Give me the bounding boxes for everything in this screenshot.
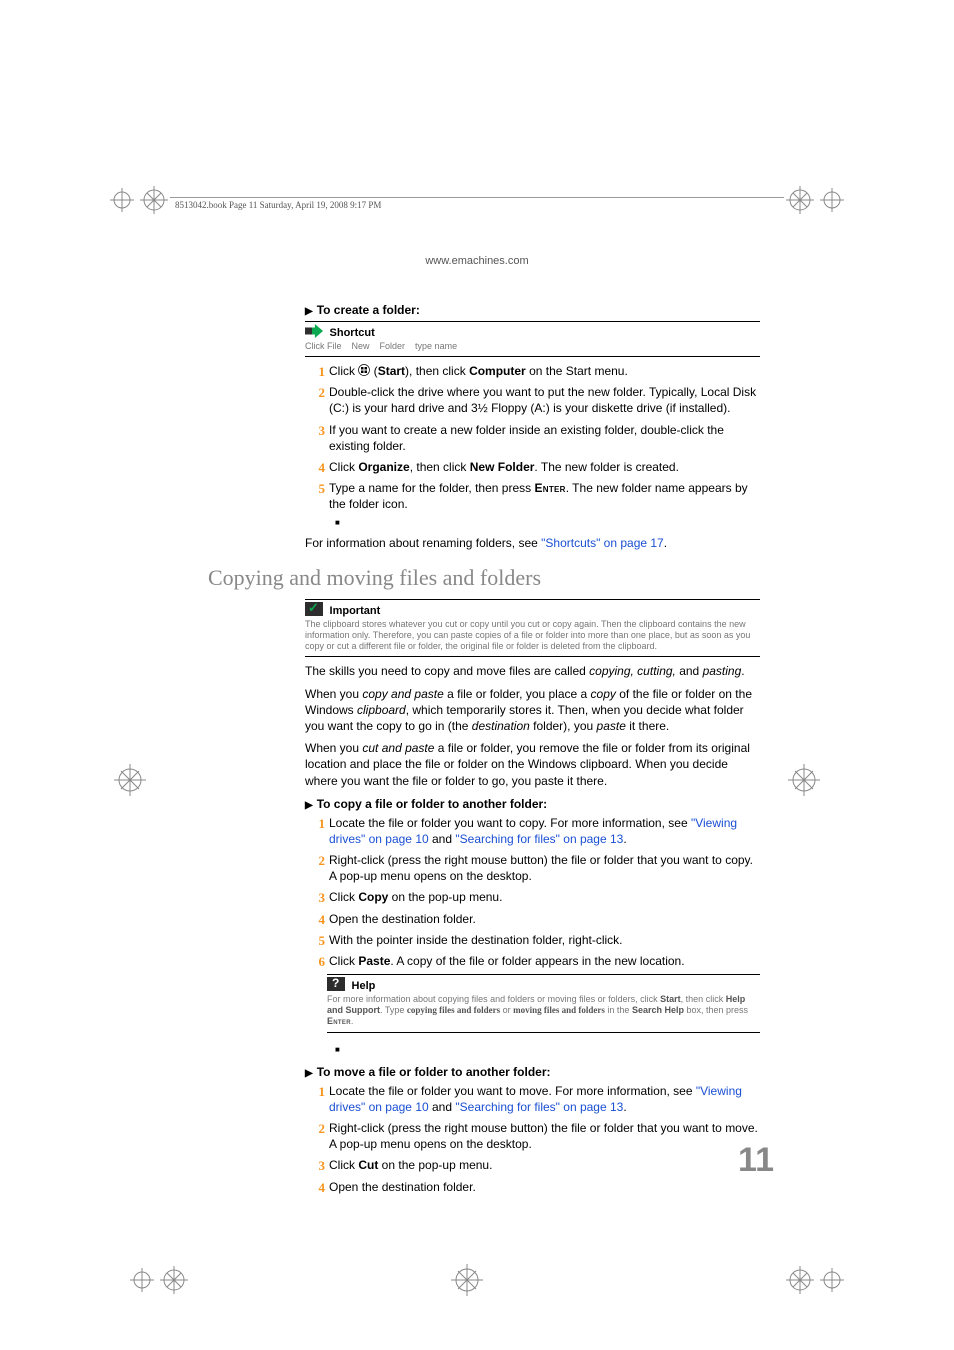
step-4: 4Open the destination folder. (329, 911, 760, 927)
crop-mark-icon (110, 180, 170, 240)
link-shortcuts-p17[interactable]: "Shortcuts" on page 17 (541, 536, 664, 550)
create-folder-steps: 1 Click (Start), then click Computer on … (305, 363, 760, 529)
procedure-heading-move: ▶To move a file or folder to another fol… (305, 1065, 760, 1079)
crop-mark-icon (447, 1260, 507, 1320)
windows-start-icon (358, 364, 370, 376)
step-2: 2Right-click (press the right mouse butt… (329, 852, 760, 884)
link-searching-files[interactable]: "Searching for files" on page 13 (455, 832, 623, 846)
help-body: For more information about copying files… (327, 994, 748, 1027)
step-2: 2Double-click the drive where you want t… (329, 384, 760, 416)
move-steps: 1Locate the file or folder you want to m… (305, 1083, 760, 1195)
end-of-procedure-icon: ■ (335, 518, 340, 529)
procedure-heading-create-folder: ▶To create a folder: (305, 303, 760, 317)
step-4: 4Click Organize, then click New Folder. … (329, 459, 760, 475)
manual-page: 8513042.book Page 11 Saturday, April 19,… (0, 0, 954, 1350)
shortcut-body: Click FileNewFoldertype name (305, 341, 467, 351)
link-searching-files[interactable]: "Searching for files" on page 13 (455, 1100, 623, 1114)
crop-mark-icon (110, 760, 170, 820)
step-1: 1 Click (Start), then click Computer on … (329, 363, 760, 379)
triangle-right-icon: ▶ (305, 306, 313, 317)
crop-mark-icon (784, 760, 844, 820)
help-callout: Help For more information about copying … (327, 974, 760, 1033)
shortcut-title: Shortcut (330, 327, 375, 339)
intro-p1: The skills you need to copy and move fil… (305, 663, 760, 679)
step-1: 1Locate the file or folder you want to m… (329, 1083, 760, 1115)
crop-mark-icon (784, 1260, 844, 1320)
end-of-procedure-icon: ■ (335, 1045, 340, 1054)
step-5: 5Type a name for the folder, then press … (329, 480, 760, 529)
intro-p3: When you cut and paste a file or folder,… (305, 740, 760, 789)
step-3: 3Click Copy on the pop-up menu. (329, 889, 760, 905)
crop-mark-icon (130, 1260, 190, 1320)
triangle-right-icon: ▶ (305, 1068, 313, 1079)
step-2: 2Right-click (press the right mouse butt… (329, 1120, 760, 1152)
step-6: 6Click Paste. A copy of the file or fold… (329, 953, 760, 969)
important-title: Important (330, 605, 381, 617)
section-heading-copy-move: Copying and moving files and folders (208, 565, 760, 591)
header-rule (170, 197, 784, 198)
procedure-heading-copy: ▶To copy a file or folder to another fol… (305, 797, 760, 811)
shortcut-icon (305, 324, 323, 338)
step-3: 3Click Cut on the pop-up menu. (329, 1157, 760, 1173)
important-body: The clipboard stores whatever you cut or… (305, 619, 750, 652)
renaming-info: For information about renaming folders, … (305, 535, 760, 551)
page-url: www.emachines.com (0, 255, 954, 267)
triangle-right-icon: ▶ (305, 800, 313, 811)
intro-p2: When you copy and paste a file or folder… (305, 686, 760, 735)
shortcut-callout: Shortcut Click FileNewFoldertype name (305, 321, 760, 357)
page-content: ▶To create a folder: Shortcut Click File… (305, 295, 760, 1200)
page-number: 11 (738, 1141, 774, 1180)
step-5: 5With the pointer inside the destination… (329, 932, 760, 948)
important-icon (305, 602, 323, 616)
header-folio: 8513042.book Page 11 Saturday, April 19,… (175, 200, 381, 210)
step-3: 3If you want to create a new folder insi… (329, 422, 760, 454)
help-icon (327, 977, 345, 991)
step-4: 4Open the destination folder. (329, 1179, 760, 1195)
help-title: Help (352, 980, 376, 992)
copy-steps: 1Locate the file or folder you want to c… (305, 815, 760, 970)
step-1: 1Locate the file or folder you want to c… (329, 815, 760, 847)
crop-mark-icon (784, 180, 844, 240)
important-callout: Important The clipboard stores whatever … (305, 599, 760, 658)
